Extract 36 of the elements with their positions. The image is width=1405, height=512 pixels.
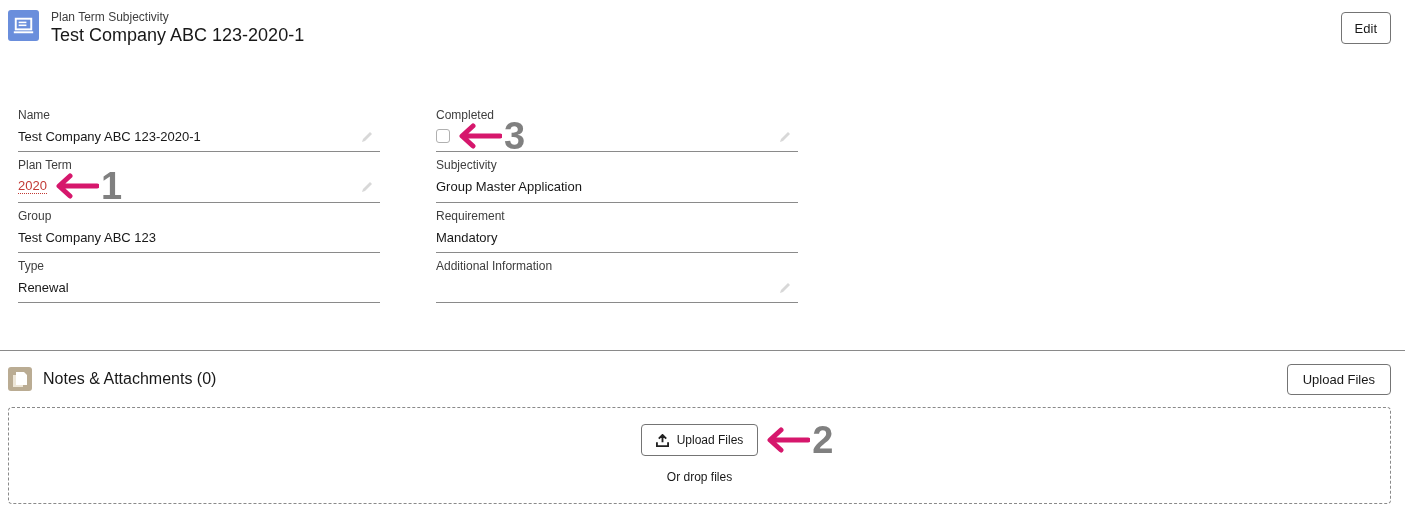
callout-number: 1 [100,171,123,201]
drop-zone[interactable]: Upload Files 2 Or drop files [8,407,1391,504]
pencil-icon[interactable] [778,281,792,295]
arrow-icon [54,173,99,199]
field-value: Group Master Application [436,178,582,194]
arrow-icon [458,123,502,149]
record-title: Test Company ABC 123-2020-1 [51,24,306,46]
drop-hint: Or drop files [666,470,733,484]
upload-icon [655,433,669,447]
field-label: Type [18,259,45,273]
field-value: Test Company ABC 123 [18,229,157,245]
pencil-icon[interactable] [778,130,792,144]
pencil-icon[interactable] [360,130,374,144]
section-title: Notes & Attachments (0) [43,370,218,388]
checkbox[interactable] [436,129,450,143]
field-value: Test Company ABC 123-2020-1 [18,128,201,144]
field-value: Renewal [18,279,69,295]
field-link[interactable]: 2020 [18,178,47,194]
field-label: Requirement [436,209,506,223]
pencil-icon[interactable] [360,180,374,194]
field-value: Mandatory [436,229,498,245]
field-label: Additional Information [436,259,554,273]
callout-number: 3 [504,121,526,151]
field-label: Group [18,209,53,223]
field-label: Name [18,108,51,122]
field-label: Completed [436,108,496,122]
arrow-icon [766,427,811,453]
object-type: Plan Term Subjectivity [51,10,170,24]
field-label: Plan Term [18,158,73,172]
upload-files-button[interactable]: Upload Files [1286,363,1391,395]
document-icon [8,367,32,391]
record-icon [8,10,39,41]
field-label: Subjectivity [436,158,498,172]
edit-button[interactable]: Edit [1340,12,1391,44]
upload-files-button[interactable]: Upload Files [640,424,759,456]
callout-number: 2 [812,425,834,455]
